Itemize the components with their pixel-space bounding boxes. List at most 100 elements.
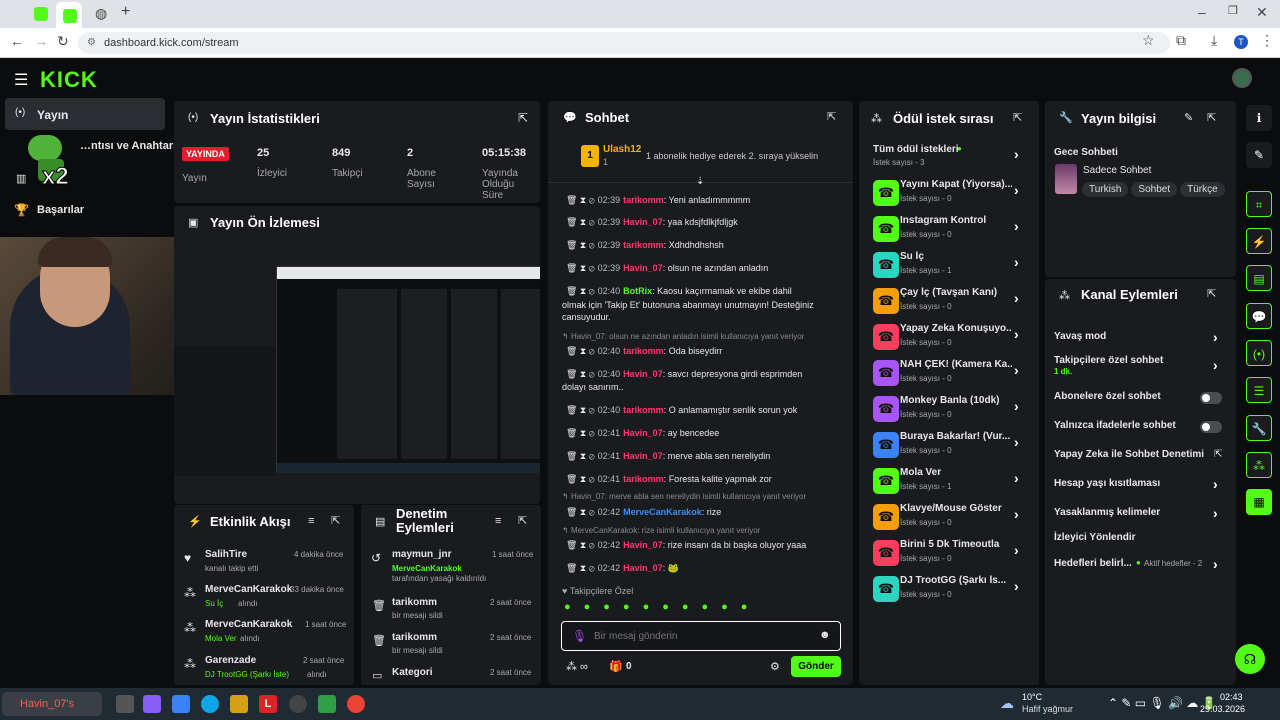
category-name[interactable]: Sadece Sohbet — [1083, 165, 1151, 176]
bolt-icon[interactable]: ⚡ — [1246, 228, 1272, 254]
mod-tools-icon[interactable]: 🗑 ⧗ ⊘ — [566, 369, 595, 379]
moderation-user[interactable]: Kategori — [392, 667, 433, 678]
moderation-user[interactable]: tarikomm — [392, 632, 437, 643]
mod-tools-icon[interactable]: 🗑 ⧗ ⊘ — [566, 263, 595, 273]
download-icon[interactable]: ⤓ — [1211, 32, 1217, 49]
taskbar-app-icon[interactable] — [318, 695, 336, 713]
tag-chip[interactable]: Turkish — [1082, 182, 1129, 197]
msg-user[interactable]: Havin_07 — [623, 428, 663, 438]
activity-user[interactable]: Garenzade — [205, 655, 256, 666]
edit-icon[interactable]: ✎ — [1184, 111, 1193, 124]
action-goals[interactable]: Hedefleri belirl... ● Aktif hedefler - 2 › — [1045, 556, 1236, 574]
popout-icon[interactable]: ⇱ — [1013, 111, 1022, 124]
mod-tools-icon[interactable]: 🗑 ⧗ ⊘ — [566, 474, 595, 484]
nav-label-achievements[interactable]: Başarılar — [37, 204, 84, 216]
scroll-down-icon[interactable]: ⇣ — [696, 176, 704, 187]
mod-tools-icon[interactable]: 🗑 ⧗ ⊘ — [566, 346, 595, 356]
mod-tools-icon[interactable]: 🗑 ⧗ ⊘ — [566, 195, 595, 205]
action-subs-only[interactable]: Abonelere özel sohbet — [1045, 389, 1236, 407]
file-explorer-icon[interactable] — [230, 695, 248, 713]
popout-icon[interactable]: ⇱ — [518, 111, 528, 125]
action-account-age[interactable]: Hesap yaşı kısıtlaması › — [1045, 476, 1236, 494]
msg-user[interactable]: tarikomm — [623, 346, 664, 356]
emote-only-toggle[interactable] — [1200, 421, 1222, 433]
chat-input-box[interactable]: 🎙 ☻ — [561, 621, 841, 651]
info-icon[interactable]: ℹ — [1246, 105, 1272, 131]
action-slow-mode[interactable]: Yavaş mod › — [1045, 329, 1236, 347]
reward-row[interactable]: ☎ Monkey Banla (10dk) İstek sayısı - 0 › — [859, 394, 1039, 424]
msg-user[interactable]: MerveCanKarakok — [623, 507, 702, 517]
mod-tools-icon[interactable]: 🗑 ⧗ ⊘ — [566, 286, 595, 296]
filter-icon[interactable]: ≡ — [495, 515, 501, 527]
back-icon[interactable]: ← — [10, 33, 24, 49]
site-info-icon[interactable]: ⚙ — [87, 32, 96, 54]
activity-user[interactable]: SalihTire — [205, 549, 247, 560]
msg-user[interactable]: Havin_07 — [623, 217, 663, 227]
support-button[interactable]: ☊ — [1235, 644, 1265, 674]
action-banned-words[interactable]: Yasaklanmış kelimeler › — [1045, 505, 1236, 523]
hamburger-icon[interactable]: ☰ — [14, 70, 28, 90]
action-emote-only[interactable]: Yalnızca ifadelerle sohbet — [1045, 418, 1236, 436]
user-avatar[interactable] — [1232, 68, 1252, 88]
filter-icon[interactable]: ≡ — [308, 515, 314, 527]
taskbar-app-icon[interactable] — [143, 695, 161, 713]
chat-icon[interactable]: 💬 — [1246, 303, 1272, 329]
points-icon[interactable]: ⁂ ∞ — [566, 660, 588, 673]
new-tab-icon[interactable]: + — [121, 3, 130, 21]
popout-icon[interactable]: ⇱ — [827, 110, 836, 123]
doc-icon[interactable]: ▤ — [1246, 265, 1272, 291]
add-widget-icon[interactable]: ▦ — [1246, 489, 1272, 515]
wrench-icon[interactable]: 🔧 — [1246, 415, 1272, 441]
tag-chip[interactable]: Türkçe — [1180, 182, 1225, 197]
mod-tools-icon[interactable]: 🗑 ⧗ ⊘ — [566, 563, 595, 573]
kick-logo[interactable]: KICK — [40, 67, 98, 93]
reward-row[interactable]: ☎ Yapay Zeka Konuşuyo... İstek sayısı - 0 › — [859, 322, 1039, 352]
chat-input[interactable] — [594, 628, 814, 644]
mod-tools-icon[interactable]: 🗑 ⧗ ⊘ — [566, 540, 595, 550]
reward-row[interactable]: ☎ Su İç İstek sayısı - 1 › — [859, 250, 1039, 280]
taskbar-app-icon[interactable] — [172, 695, 190, 713]
action-host[interactable]: İzleyici Yönlendir — [1045, 531, 1236, 549]
mic-icon[interactable]: 🎙 — [572, 629, 587, 643]
popout-icon[interactable]: ⇱ — [518, 514, 527, 527]
bookmark-icon[interactable]: ☆ — [1142, 32, 1155, 49]
list-icon[interactable]: ☰ — [1246, 377, 1272, 403]
msg-user[interactable]: Havin_07 — [623, 369, 663, 379]
url-field[interactable]: ⚙ dashboard.kick.com/stream — [78, 32, 1170, 54]
mod-tools-icon[interactable]: 🗑 ⧗ ⊘ — [566, 240, 595, 250]
moderation-user[interactable]: maymun_jnr — [392, 549, 451, 560]
broadcast-icon[interactable]: (•) — [1246, 340, 1272, 366]
kick-tab-icon[interactable] — [34, 7, 48, 21]
msg-user[interactable]: tarikomm — [623, 474, 664, 484]
reward-row[interactable]: ☎ Mola Ver İstek sayısı - 1 › — [859, 466, 1039, 496]
msg-user[interactable]: Havin_07 — [623, 451, 663, 461]
popout-icon[interactable]: ⇱ — [331, 514, 340, 527]
msg-user[interactable]: tarikomm — [623, 405, 664, 415]
action-ai-moderation[interactable]: Yapay Zeka ile Sohbet Denetimi ⇱ — [1045, 447, 1236, 465]
taskbar-app-icon[interactable] — [116, 695, 134, 713]
msg-user[interactable]: BotRix — [623, 286, 652, 296]
reward-row[interactable]: ☎ DJ TrootGG (Şarkı İs... İstek sayısı - 0… — [859, 574, 1039, 604]
maximize-icon[interactable]: ❐ — [1228, 4, 1238, 17]
mod-tools-icon[interactable]: 🗑 ⧗ ⊘ — [566, 428, 595, 438]
reward-row[interactable]: ☎ Klavye/Mouse Göster İstek sayısı - 0 › — [859, 502, 1039, 532]
all-rewards-row[interactable]: Tüm ödül istekleri ● İstek sayısı - 3 › — [859, 143, 1039, 173]
reward-row[interactable]: ☎ NAH ÇEK! (Kamera Ka... İstek sayısı - 0 › — [859, 358, 1039, 388]
mod-tools-icon[interactable]: 🗑 ⧗ ⊘ — [566, 217, 595, 227]
action-followers-only[interactable]: Takipçilere özel sohbet 1 dk. › — [1045, 355, 1236, 381]
nav-label-keys[interactable]: …ntısı ve Anahtarı — [80, 140, 176, 152]
reward-row[interactable]: ☎ Çay İç (Tavşan Kanı) İstek sayısı - 0 › — [859, 286, 1039, 316]
extensions-icon[interactable]: ⧉ — [1176, 32, 1186, 49]
msg-user[interactable]: Havin_07 — [623, 263, 663, 273]
msg-user[interactable]: tarikomm — [623, 240, 664, 250]
pinned-user[interactable]: Ulash12 — [603, 144, 641, 155]
activity-user[interactable]: MerveCanKarakok — [205, 619, 292, 630]
reward-row[interactable]: ☎ Buraya Bakarlar! (Vur... İstek sayısı - … — [859, 430, 1039, 460]
msg-user[interactable]: Havin_07 — [623, 563, 663, 573]
chrome-icon[interactable] — [347, 695, 365, 713]
edit-icon[interactable]: ✎ — [1246, 142, 1272, 168]
active-tab[interactable] — [56, 2, 82, 28]
minimize-icon[interactable]: – — [1198, 4, 1206, 20]
close-icon[interactable]: ✕ — [1256, 4, 1268, 21]
reward-row[interactable]: ☎ Birini 5 Dk Timeoutla İstek sayısı - 0 › — [859, 538, 1039, 568]
